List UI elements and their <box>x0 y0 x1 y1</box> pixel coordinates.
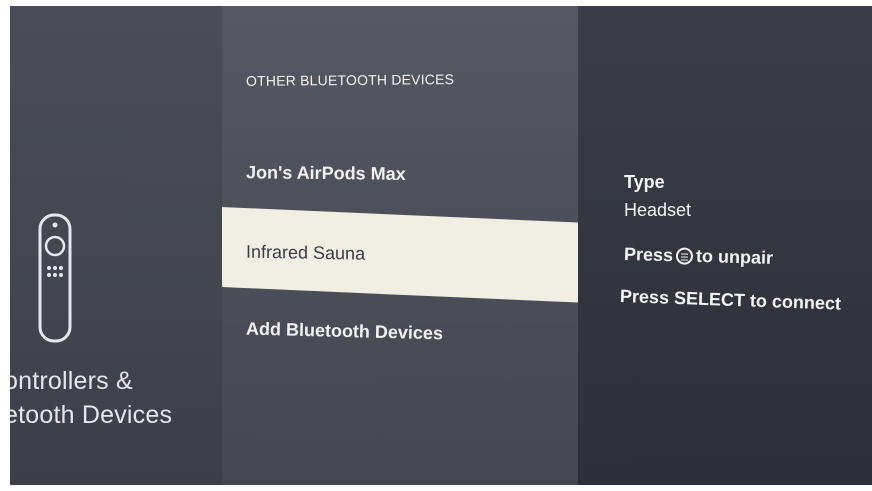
device-details-panel: Type Headset Press to unpair Press SELECT… <box>578 6 872 485</box>
settings-category-panel: ontrollers & etooth Devices <box>10 6 222 485</box>
unpair-hint-suffix: to unpair <box>695 245 774 268</box>
device-type-value: Headset <box>624 200 692 220</box>
device-item-airpods-max[interactable]: Jon's AirPods Max <box>222 162 578 187</box>
section-heading: OTHER BLUETOOTH DEVICES <box>245 71 455 89</box>
connect-hint: Press SELECT to connect <box>619 286 842 314</box>
device-item-label: Infrared Sauna <box>246 241 366 264</box>
device-type-label: Type <box>624 172 665 192</box>
category-title-line1: ontrollers & <box>10 367 133 395</box>
device-item-label: Add Bluetooth Devices <box>245 318 444 344</box>
device-item-infrared-sauna[interactable]: Infrared Sauna <box>222 207 578 303</box>
tv-screen: ontrollers & etooth Devices OTHER BLUETO… <box>10 6 872 485</box>
unpair-hint-prefix: Press <box>623 244 674 266</box>
menu-button-icon <box>675 247 694 265</box>
bluetooth-device-list: OTHER BLUETOOTH DEVICES Jon's AirPods Ma… <box>222 6 578 485</box>
fire-tv-remote-icon <box>38 213 72 343</box>
category-title: ontrollers & etooth Devices <box>10 364 172 432</box>
add-bluetooth-devices-item[interactable]: Add Bluetooth Devices <box>222 318 578 348</box>
category-title-line2: etooth Devices <box>10 401 173 429</box>
unpair-hint: Press to unpair <box>624 244 774 269</box>
device-item-label: Jon's AirPods Max <box>245 162 406 184</box>
